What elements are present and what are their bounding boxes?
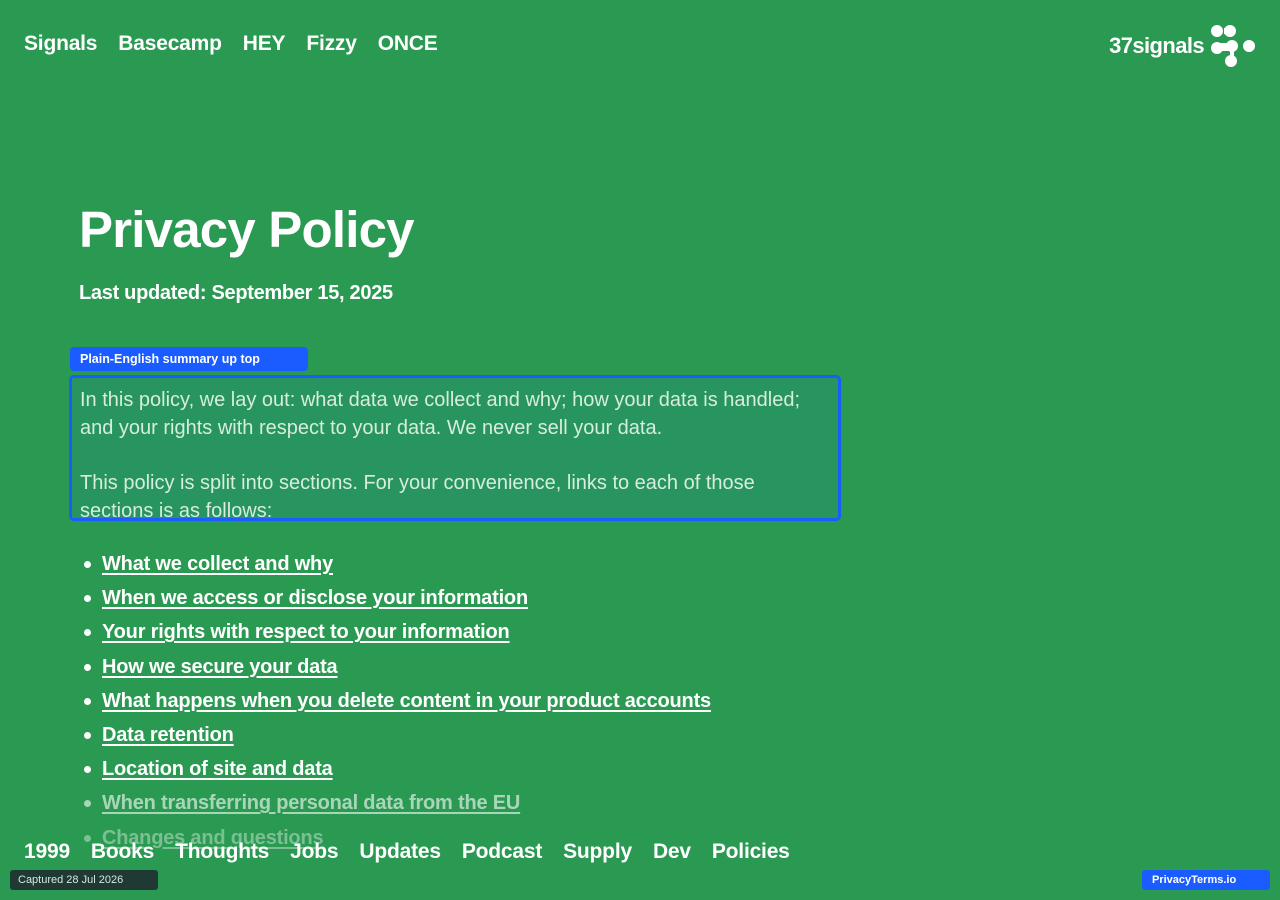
footer-link-policies[interactable]: Policies xyxy=(712,840,790,864)
list-item: What happens when you delete content in … xyxy=(84,684,711,718)
top-nav: Signals Basecamp HEY Fizzy ONCE xyxy=(24,32,438,56)
footer-link-dev[interactable]: Dev xyxy=(653,840,691,864)
annotation-badge: Plain-English summary up top xyxy=(70,347,308,371)
list-item: Location of site and data xyxy=(84,752,711,786)
nav-link-basecamp[interactable]: Basecamp xyxy=(118,32,222,56)
footer-link-books[interactable]: Books xyxy=(91,840,154,864)
toc-link[interactable]: Data retention xyxy=(102,724,234,746)
source-badge: PrivacyTerms.io xyxy=(1142,870,1270,890)
brand-wordmark: 37signals xyxy=(1109,33,1204,58)
list-item: How we secure your data xyxy=(84,650,711,684)
footer-nav: 1999 Books Thoughts Jobs Updates Podcast… xyxy=(24,840,790,864)
list-item: Data retention xyxy=(84,718,711,752)
toc-link[interactable]: Location of site and data xyxy=(102,758,333,780)
nav-link-fizzy[interactable]: Fizzy xyxy=(306,32,357,56)
last-updated: Last updated: September 15, 2025 xyxy=(79,282,393,304)
capture-date-badge: Captured 28 Jul 2026 xyxy=(10,870,158,890)
nav-link-signals[interactable]: Signals xyxy=(24,32,97,56)
list-item: When we access or disclose your informat… xyxy=(84,581,711,615)
37signals-logo-icon xyxy=(1211,25,1255,67)
toc-link[interactable]: What we collect and why xyxy=(102,553,333,575)
footer-link-updates[interactable]: Updates xyxy=(359,840,441,864)
brand-logo-link[interactable]: 37signals xyxy=(1109,24,1256,68)
toc-link[interactable]: When we access or disclose your informat… xyxy=(102,587,528,609)
summary-paragraph-1: In this policy, we lay out: what data we… xyxy=(80,389,801,439)
footer-link-podcast[interactable]: Podcast xyxy=(462,840,542,864)
nav-link-once[interactable]: ONCE xyxy=(378,32,438,56)
section-links-list: What we collect and why When we access o… xyxy=(84,547,711,855)
toc-link[interactable]: Your rights with respect to your informa… xyxy=(102,621,510,643)
list-item: What we collect and why xyxy=(84,547,711,581)
footer-link-supply[interactable]: Supply xyxy=(563,840,632,864)
summary-highlight-box: In this policy, we lay out: what data we… xyxy=(69,375,841,522)
list-item: Your rights with respect to your informa… xyxy=(84,615,711,649)
list-item: When transferring personal data from the… xyxy=(84,786,711,820)
summary-paragraph-2: This policy is split into sections. For … xyxy=(80,472,755,522)
footer-link-1999[interactable]: 1999 xyxy=(24,840,70,864)
toc-link[interactable]: What happens when you delete content in … xyxy=(102,690,711,712)
nav-link-hey[interactable]: HEY xyxy=(243,32,286,56)
toc-link[interactable]: How we secure your data xyxy=(102,656,338,678)
footer-link-thoughts[interactable]: Thoughts xyxy=(175,840,269,864)
page-title: Privacy Policy xyxy=(79,201,415,258)
toc-link[interactable]: When transferring personal data from the… xyxy=(102,792,520,814)
main-content: Privacy Policy Last updated: September 1… xyxy=(79,200,839,305)
footer-link-jobs[interactable]: Jobs xyxy=(290,840,338,864)
